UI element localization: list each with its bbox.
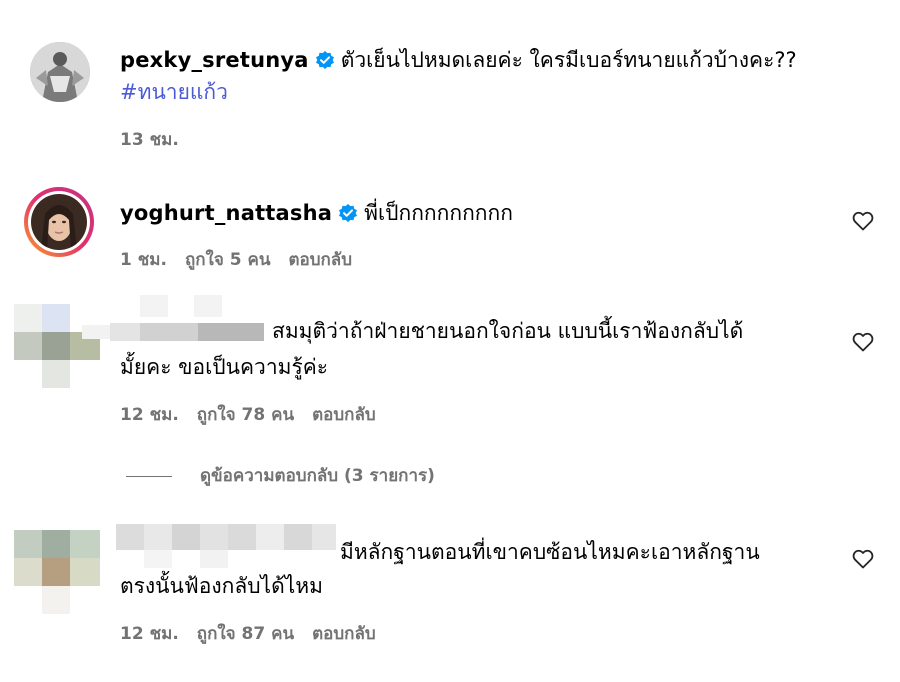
comment-anon-2: มีหลักฐานตอนที่เขาคบซ้อนไหมคะเอาหลักฐาน … bbox=[0, 520, 900, 670]
avatar-image bbox=[30, 42, 90, 102]
username-pexky[interactable]: pexky_sretunya bbox=[120, 48, 309, 72]
avatar-pixel bbox=[42, 304, 70, 332]
comment-time[interactable]: 12 ชม. bbox=[120, 624, 179, 644]
redaction-block bbox=[198, 323, 264, 341]
comment-anon-1: สมมุติว่าถ้าฝ่ายชายนอกใจก่อน แบบนี้เราฟ้… bbox=[0, 295, 900, 445]
heart-icon[interactable] bbox=[851, 547, 875, 571]
redaction-block bbox=[144, 550, 172, 568]
comment-likes[interactable]: ถูกใจ 78 คน bbox=[197, 405, 294, 425]
redaction-block bbox=[116, 524, 144, 550]
avatar-pixel bbox=[70, 558, 100, 586]
username-yoghurt[interactable]: yoghurt_nattasha bbox=[120, 201, 332, 225]
avatar-pixel bbox=[42, 360, 70, 388]
avatar-image bbox=[31, 194, 87, 250]
caption-time[interactable]: 13 ชม. bbox=[120, 130, 179, 150]
avatar-pixel bbox=[70, 530, 100, 558]
comment-likes[interactable]: ถูกใจ 87 คน bbox=[197, 624, 294, 644]
verified-badge-icon bbox=[339, 204, 358, 222]
redaction-block bbox=[256, 524, 284, 550]
avatar-pixel bbox=[14, 530, 42, 558]
reply-button[interactable]: ตอบกลับ bbox=[312, 624, 376, 644]
avatar-pixel bbox=[14, 304, 42, 332]
comment-text-line2: มั้ยคะ ขอเป็นความรู้ค่ะ bbox=[120, 355, 329, 379]
reply-button[interactable]: ตอบกลับ bbox=[288, 250, 352, 270]
comment-text-line1: มีหลักฐานตอนที่เขาคบซ้อนไหมคะเอาหลักฐาน bbox=[340, 540, 760, 564]
comment-text-block: มีหลักฐานตอนที่เขาคบซ้อนไหมคะเอาหลักฐาน bbox=[340, 536, 840, 568]
view-replies-label: ดูข้อความตอบกลับ (3 รายการ) bbox=[200, 466, 435, 486]
heart-icon[interactable] bbox=[851, 209, 875, 233]
redaction-block bbox=[194, 295, 222, 317]
hashtag-link[interactable]: #ทนายแก้ว bbox=[120, 80, 228, 104]
verified-badge-icon bbox=[315, 51, 334, 69]
redaction-block bbox=[228, 524, 256, 550]
comment-text-block: สมมุติว่าถ้าฝ่ายชายนอกใจก่อน แบบนี้เราฟ้… bbox=[272, 315, 832, 347]
comment-meta: 12 ชม. ถูกใจ 87 คน ตอบกลับ bbox=[120, 620, 394, 647]
redaction-block bbox=[172, 524, 200, 550]
avatar-pixel bbox=[42, 586, 70, 614]
redaction-block bbox=[140, 295, 168, 317]
avatar-pixelated[interactable] bbox=[14, 530, 104, 616]
redaction-block bbox=[110, 323, 140, 341]
redaction-block bbox=[140, 323, 198, 341]
comment-meta: 12 ชม. ถูกใจ 78 คน ตอบกลับ bbox=[120, 401, 394, 428]
view-replies-button[interactable]: ดูข้อความตอบกลับ (3 รายการ) bbox=[126, 462, 435, 489]
redaction-block bbox=[200, 550, 228, 568]
comment-text-block: yoghurt_nattasha พี่เป็กกกกกกกกก bbox=[120, 197, 820, 229]
redaction-block bbox=[82, 325, 110, 339]
caption: pexky_sretunya ตัวเย็นไปหมดเลยค่ะ ใครมีเบ… bbox=[0, 0, 900, 160]
avatar-pixel bbox=[42, 332, 70, 360]
avatar-pixel bbox=[14, 558, 42, 586]
avatar-pixel bbox=[14, 332, 42, 360]
redaction-block bbox=[144, 524, 172, 550]
comment-likes[interactable]: ถูกใจ 5 คน bbox=[185, 250, 271, 270]
redaction-block bbox=[284, 524, 312, 550]
caption-text: ตัวเย็นไปหมดเลยค่ะ ใครมีเบอร์ทนายแก้วบ้า… bbox=[340, 48, 797, 72]
comment-text: พี่เป็กกกกกกกกก bbox=[364, 201, 513, 225]
comment-yoghurt: yoghurt_nattasha พี่เป็กกกกกกกกก 1 ชม. ถูก… bbox=[0, 180, 900, 280]
comment-time[interactable]: 1 ชม. bbox=[120, 250, 167, 270]
redaction-block bbox=[200, 524, 228, 550]
avatar-pixel bbox=[42, 530, 70, 558]
caption-text-block: pexky_sretunya ตัวเย็นไปหมดเลยค่ะ ใครมีเบ… bbox=[120, 44, 880, 108]
comment-meta: 1 ชม. ถูกใจ 5 คน ตอบกลับ bbox=[120, 246, 370, 273]
avatar-pixel bbox=[42, 558, 70, 586]
view-replies-line bbox=[126, 475, 172, 477]
comment-text-block-2: มั้ยคะ ขอเป็นความรู้ค่ะ bbox=[120, 351, 820, 383]
comment-time[interactable]: 12 ชม. bbox=[120, 405, 179, 425]
comment-text-block-2: ตรงนั้นฟ้องกลับได้ไหม bbox=[120, 570, 820, 602]
comment-text-line2: ตรงนั้นฟ้องกลับได้ไหม bbox=[120, 574, 323, 598]
avatar-yoghurt[interactable] bbox=[24, 187, 94, 257]
caption-meta: 13 ชม. bbox=[120, 126, 197, 153]
heart-icon[interactable] bbox=[851, 330, 875, 354]
redaction-block bbox=[312, 524, 336, 550]
avatar-pexky[interactable] bbox=[30, 42, 90, 102]
username-redacted[interactable] bbox=[82, 321, 266, 343]
username-redacted[interactable] bbox=[116, 524, 338, 570]
comment-text-line1: สมมุติว่าถ้าฝ่ายชายนอกใจก่อน แบบนี้เราฟ้… bbox=[272, 319, 744, 343]
reply-button[interactable]: ตอบกลับ bbox=[312, 405, 376, 425]
